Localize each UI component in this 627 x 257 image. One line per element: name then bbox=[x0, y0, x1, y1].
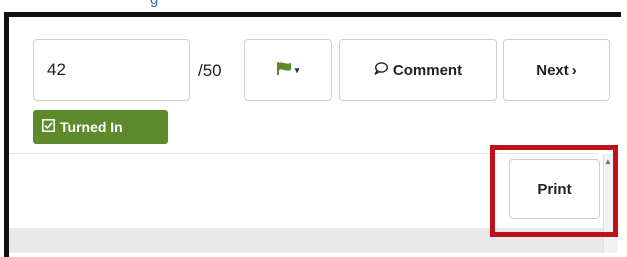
next-button-label: Next bbox=[536, 61, 569, 79]
flag-icon bbox=[276, 61, 292, 79]
scrollbar-track[interactable] bbox=[603, 154, 618, 253]
comment-button[interactable]: Comment bbox=[339, 39, 497, 101]
comment-button-label: Comment bbox=[392, 61, 463, 79]
document-preview-strip bbox=[9, 228, 603, 253]
flag-dropdown-button[interactable]: ▾ bbox=[244, 39, 332, 101]
status-badge: Turned In bbox=[33, 110, 168, 144]
chevron-right-icon: › bbox=[571, 61, 577, 79]
caret-down-icon: ▾ bbox=[294, 64, 300, 75]
score-input[interactable] bbox=[33, 39, 190, 101]
divider bbox=[9, 153, 599, 154]
print-button[interactable]: Print bbox=[509, 159, 600, 219]
checkbox-icon bbox=[42, 119, 60, 135]
status-badge-label: Turned In bbox=[60, 119, 123, 135]
next-button[interactable]: Next › bbox=[503, 39, 610, 101]
speech-bubble-icon bbox=[374, 61, 388, 79]
scroll-up-arrow-icon[interactable]: ▲ bbox=[604, 157, 612, 166]
out-of-label: /50 bbox=[198, 61, 222, 80]
top-link-fragment[interactable]: g bbox=[150, 0, 158, 8]
